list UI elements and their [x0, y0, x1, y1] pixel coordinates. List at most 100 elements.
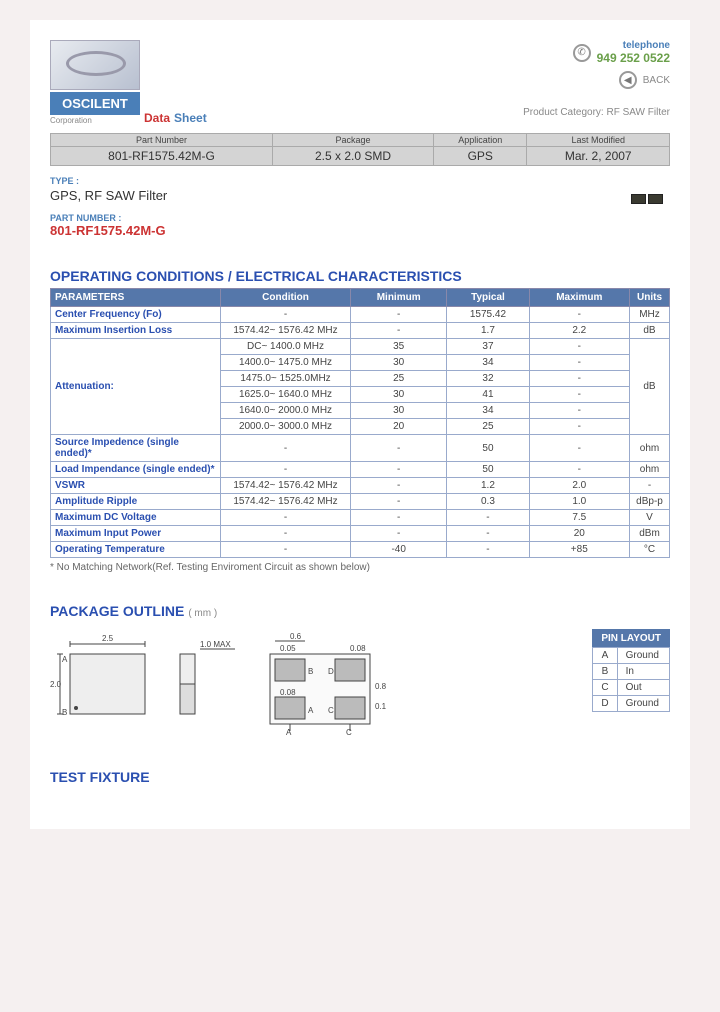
back-text: BACK [643, 75, 670, 86]
spec-cell: 0.3 [447, 494, 529, 510]
svg-text:2.0: 2.0 [50, 680, 62, 689]
spec-cell: DC~ 1400.0 MHz [221, 339, 351, 355]
datasheet-red: Data [144, 111, 170, 125]
spec-cell: 1475.0~ 1525.0MHz [221, 371, 351, 387]
spec-row: Center Frequency (Fo)--1575.42-MHz [51, 307, 670, 323]
spec-row: Attenuation:DC~ 1400.0 MHz3537-dB [51, 339, 670, 355]
spec-cell: 2000.0~ 3000.0 MHz [221, 419, 351, 435]
spec-cell: - [351, 462, 447, 478]
infobar-header: Part Number [51, 134, 273, 147]
package-drawings: 2.5 2.0 A B 1.0 MAX [50, 629, 562, 739]
spec-col-param: PARAMETERS [51, 289, 221, 307]
spec-cell: 50 [447, 435, 529, 462]
spec-unit: - [630, 478, 670, 494]
spec-cell: 7.5 [529, 510, 629, 526]
pin-heading: PIN LAYOUT [593, 630, 670, 648]
drawing-top: 2.5 2.0 A B [50, 629, 160, 729]
spec-cell: 32 [447, 371, 529, 387]
spec-cell: 1574.42~ 1576.42 MHz [221, 494, 351, 510]
spec-heading: OPERATING CONDITIONS / ELECTRICAL CHARAC… [50, 268, 670, 284]
spec-cell: 50 [447, 462, 529, 478]
infobar-value: 2.5 x 2.0 SMD [273, 147, 434, 166]
spec-cell: - [221, 526, 351, 542]
spec-row: Source Impedence (single ended)*--50-ohm [51, 435, 670, 462]
spec-cell: - [351, 307, 447, 323]
spec-cell: - [529, 307, 629, 323]
spec-cell: - [529, 339, 629, 355]
spec-cell: 20 [351, 419, 447, 435]
spec-param: Operating Temperature [51, 542, 221, 558]
svg-text:C: C [328, 706, 334, 715]
spec-unit: dB [630, 339, 670, 435]
telephone-label: telephone [597, 40, 670, 51]
spec-param: Center Frequency (Fo) [51, 307, 221, 323]
spec-cell: 1575.42 [447, 307, 529, 323]
pin-id: D [593, 696, 617, 712]
spec-cell: - [221, 542, 351, 558]
spec-cell: 30 [351, 403, 447, 419]
spec-cell: - [221, 510, 351, 526]
spec-row: Load Impendance (single ended)*--50-ohm [51, 462, 670, 478]
spec-row: VSWR1574.42~ 1576.42 MHz-1.22.0- [51, 478, 670, 494]
pin-id: A [593, 648, 617, 664]
spec-cell: 1625.0~ 1640.0 MHz [221, 387, 351, 403]
spec-cell: 1574.42~ 1576.42 MHz [221, 478, 351, 494]
spec-cell: - [221, 462, 351, 478]
spec-cell: 37 [447, 339, 529, 355]
spec-unit: ohm [630, 462, 670, 478]
spec-unit: MHz [630, 307, 670, 323]
svg-text:0.1: 0.1 [375, 702, 387, 711]
spec-cell: 1.2 [447, 478, 529, 494]
svg-text:D: D [328, 667, 334, 676]
pin-row: DGround [593, 696, 670, 712]
pin-layout-table: PIN LAYOUT AGroundBInCOutDGround [592, 629, 670, 712]
svg-text:A: A [286, 728, 292, 737]
telephone-number: 949 252 0522 [597, 51, 670, 65]
brand-name: OSCILENT [50, 92, 140, 115]
spec-cell: 41 [447, 387, 529, 403]
spec-param: Maximum Insertion Loss [51, 323, 221, 339]
pin-id: B [593, 664, 617, 680]
svg-text:0.05: 0.05 [280, 644, 296, 653]
spec-cell: 34 [447, 403, 529, 419]
spec-cell: - [529, 419, 629, 435]
spec-row: Operating Temperature--40-+85°C [51, 542, 670, 558]
spec-cell: 2.0 [529, 478, 629, 494]
svg-text:A: A [62, 655, 68, 664]
svg-text:0.8: 0.8 [375, 682, 387, 691]
spec-col-cond: Condition [221, 289, 351, 307]
header: OSCILENT Corporation Data Sheet ✆ teleph… [50, 40, 670, 125]
spec-cell: 30 [351, 355, 447, 371]
spec-cell: 2.2 [529, 323, 629, 339]
spec-cell: 1.7 [447, 323, 529, 339]
spec-row: Maximum Input Power---20dBm [51, 526, 670, 542]
datasheet-page: OSCILENT Corporation Data Sheet ✆ teleph… [30, 20, 690, 829]
spec-cell: - [529, 462, 629, 478]
spec-col-unit: Units [630, 289, 670, 307]
svg-text:0.08: 0.08 [350, 644, 366, 653]
spec-cell: 35 [351, 339, 447, 355]
spec-cell: - [447, 526, 529, 542]
spec-cell: 25 [447, 419, 529, 435]
spec-cell: 1400.0~ 1475.0 MHz [221, 355, 351, 371]
spec-param: Amplitude Ripple [51, 494, 221, 510]
spec-cell: -40 [351, 542, 447, 558]
spec-cell: - [221, 435, 351, 462]
spec-cell: - [529, 387, 629, 403]
spec-param: VSWR [51, 478, 221, 494]
spec-col-typ: Typical [447, 289, 529, 307]
spec-cell: - [351, 526, 447, 542]
drawing-side: 1.0 MAX [170, 629, 240, 729]
pin-signal: In [617, 664, 669, 680]
spec-cell: 34 [447, 355, 529, 371]
spec-unit: °C [630, 542, 670, 558]
spec-cell: 25 [351, 371, 447, 387]
spec-param: Attenuation: [51, 339, 221, 435]
back-link[interactable]: ◀ BACK [523, 71, 670, 89]
spec-cell: 1.0 [529, 494, 629, 510]
spec-cell: 1640.0~ 2000.0 MHz [221, 403, 351, 419]
type-label: TYPE : [50, 176, 670, 186]
spec-cell: +85 [529, 542, 629, 558]
spec-col-max: Maximum [529, 289, 629, 307]
spec-unit: V [630, 510, 670, 526]
